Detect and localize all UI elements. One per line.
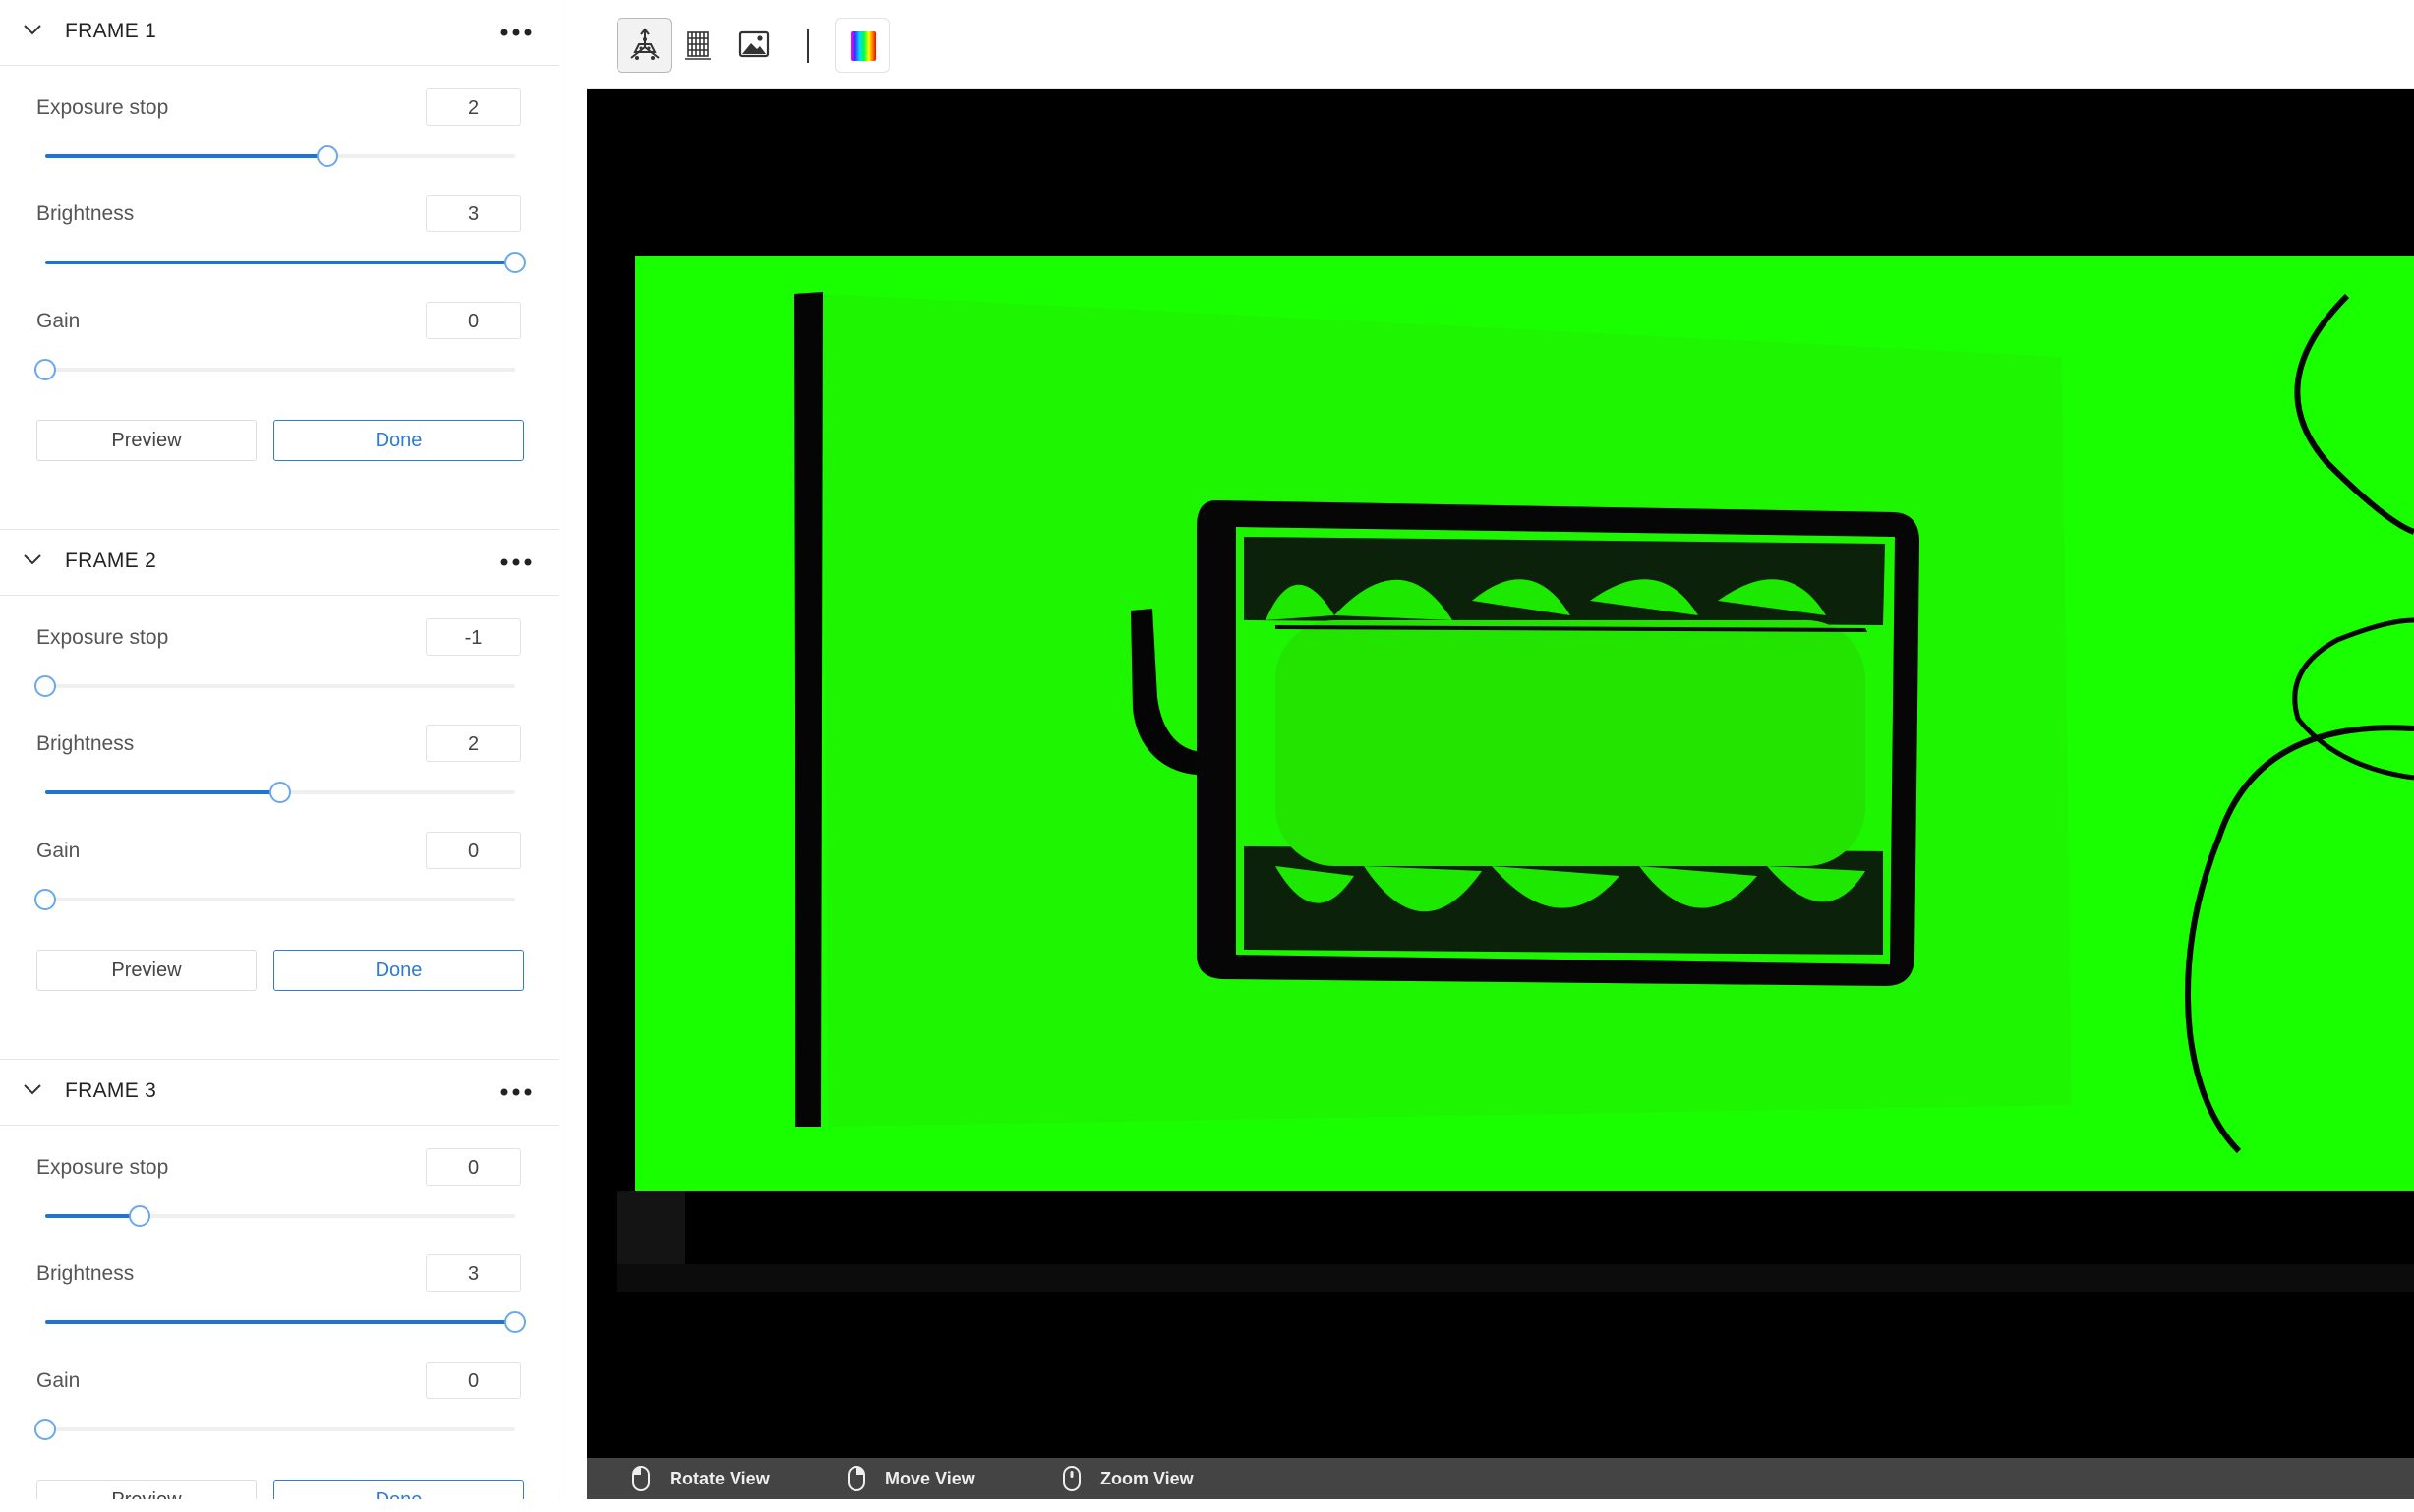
toolbar-separator xyxy=(807,29,809,63)
exposure-stop-label: Exposure stop xyxy=(36,1156,169,1179)
gain-input[interactable]: 0 xyxy=(426,1362,521,1399)
slider-rail xyxy=(45,898,515,901)
brightness-input[interactable]: 3 xyxy=(426,195,521,232)
exposure-stop-slider[interactable] xyxy=(45,145,515,167)
slider-rail xyxy=(45,368,515,372)
gain-input[interactable]: 0 xyxy=(426,302,521,339)
brightness-label: Brightness xyxy=(36,1262,135,1285)
gain-slider[interactable] xyxy=(34,359,515,380)
status-label: Move View xyxy=(885,1469,975,1488)
brightness-label: Brightness xyxy=(36,732,135,755)
frame-header-1[interactable]: FRAME 1 xyxy=(0,0,559,66)
preview-button[interactable]: Preview xyxy=(36,1480,257,1499)
exposure-stop-input[interactable]: 2 xyxy=(426,88,521,126)
colormap-button[interactable] xyxy=(835,18,890,73)
object-cylinder xyxy=(1275,620,1865,866)
slider-thumb[interactable] xyxy=(34,359,56,380)
point-cloud-canvas[interactable] xyxy=(587,89,2414,1458)
depth-map-icon xyxy=(685,31,711,60)
slider-thumb[interactable] xyxy=(504,1311,526,1333)
more-options-icon[interactable] xyxy=(500,28,533,37)
brightness-input[interactable]: 3 xyxy=(426,1254,521,1292)
more-options-icon[interactable] xyxy=(500,557,533,567)
slider-thumb[interactable] xyxy=(316,145,338,167)
viewer-panel: Rotate View Move View Zoom View xyxy=(587,4,2414,1499)
slider-thumb[interactable] xyxy=(34,675,56,697)
point-cloud-view-button[interactable] xyxy=(617,18,672,73)
exposure-stop-input[interactable]: -1 xyxy=(426,618,521,656)
status-label: Zoom View xyxy=(1100,1469,1194,1488)
slider-track xyxy=(45,790,280,794)
brightness-slider[interactable] xyxy=(45,1311,526,1333)
gain-label: Gain xyxy=(36,310,81,332)
frame-title: FRAME 2 xyxy=(65,550,157,572)
frame-title: FRAME 1 xyxy=(65,20,157,42)
frame-settings-panel: FRAME 1 Exposure stop 2 Brightness 3 Gai… xyxy=(0,0,559,1499)
slider-track xyxy=(45,154,327,158)
slider-thumb[interactable] xyxy=(34,889,56,910)
slider-thumb[interactable] xyxy=(504,252,526,273)
brightness-slider[interactable] xyxy=(45,782,515,803)
gain-slider[interactable] xyxy=(34,1419,515,1440)
preview-button[interactable]: Preview xyxy=(36,950,257,991)
mouse-wheel-icon xyxy=(1063,1466,1081,1491)
slider-thumb[interactable] xyxy=(34,1419,56,1440)
gain-label: Gain xyxy=(36,1369,81,1392)
brightness-input[interactable]: 2 xyxy=(426,725,521,762)
slider-track xyxy=(45,261,515,264)
viewer-toolbar xyxy=(587,4,2414,89)
frame-section-2: FRAME 2 Exposure stop -1 Brightness 2 Ga… xyxy=(0,529,559,991)
brightness-slider[interactable] xyxy=(45,252,526,273)
preview-button[interactable]: Preview xyxy=(36,420,257,461)
gain-input[interactable]: 0 xyxy=(426,832,521,869)
chevron-down-icon[interactable] xyxy=(22,19,43,40)
frame-section-1: FRAME 1 Exposure stop 2 Brightness 3 Gai… xyxy=(0,0,559,461)
image-icon xyxy=(738,30,770,58)
frame-header-3[interactable]: FRAME 3 xyxy=(0,1060,559,1126)
exposure-stop-label: Exposure stop xyxy=(36,626,169,649)
exposure-stop-label: Exposure stop xyxy=(36,96,169,119)
slider-thumb[interactable] xyxy=(128,1205,150,1227)
chevron-down-icon[interactable] xyxy=(22,549,43,570)
slider-track xyxy=(45,1214,140,1218)
frame-section-3: FRAME 3 Exposure stop 0 Brightness 3 Gai… xyxy=(0,1059,559,1499)
mouse-left-icon xyxy=(632,1466,650,1491)
depth-map-view-button[interactable] xyxy=(672,18,727,73)
slider-rail xyxy=(45,1427,515,1431)
chevron-down-icon[interactable] xyxy=(22,1078,43,1100)
frame-title: FRAME 3 xyxy=(65,1079,157,1102)
point-cloud-3d-icon xyxy=(630,28,660,60)
slider-track xyxy=(45,1320,515,1324)
status-label: Rotate View xyxy=(670,1469,770,1488)
brightness-label: Brightness xyxy=(36,203,135,225)
shadow-bar xyxy=(794,292,823,1127)
slider-thumb[interactable] xyxy=(269,782,291,803)
done-button[interactable]: Done xyxy=(273,1480,524,1499)
exposure-stop-slider[interactable] xyxy=(45,1205,515,1227)
gain-label: Gain xyxy=(36,840,81,862)
done-button[interactable]: Done xyxy=(273,950,524,991)
mouse-right-icon xyxy=(848,1466,865,1491)
point-cloud-render[interactable] xyxy=(587,89,2414,1458)
exposure-stop-input[interactable]: 0 xyxy=(426,1148,521,1186)
point-cloud-noise xyxy=(617,1264,2414,1292)
image-view-button[interactable] xyxy=(727,18,782,73)
slider-rail xyxy=(45,684,515,688)
gain-slider[interactable] xyxy=(34,889,515,910)
viewer-status-bar: Rotate View Move View Zoom View xyxy=(587,1458,2414,1499)
frame-header-2[interactable]: FRAME 2 xyxy=(0,530,559,596)
color-spectrum-icon xyxy=(851,31,876,61)
done-button[interactable]: Done xyxy=(273,420,524,461)
more-options-icon[interactable] xyxy=(500,1087,533,1097)
exposure-stop-slider[interactable] xyxy=(34,675,515,697)
